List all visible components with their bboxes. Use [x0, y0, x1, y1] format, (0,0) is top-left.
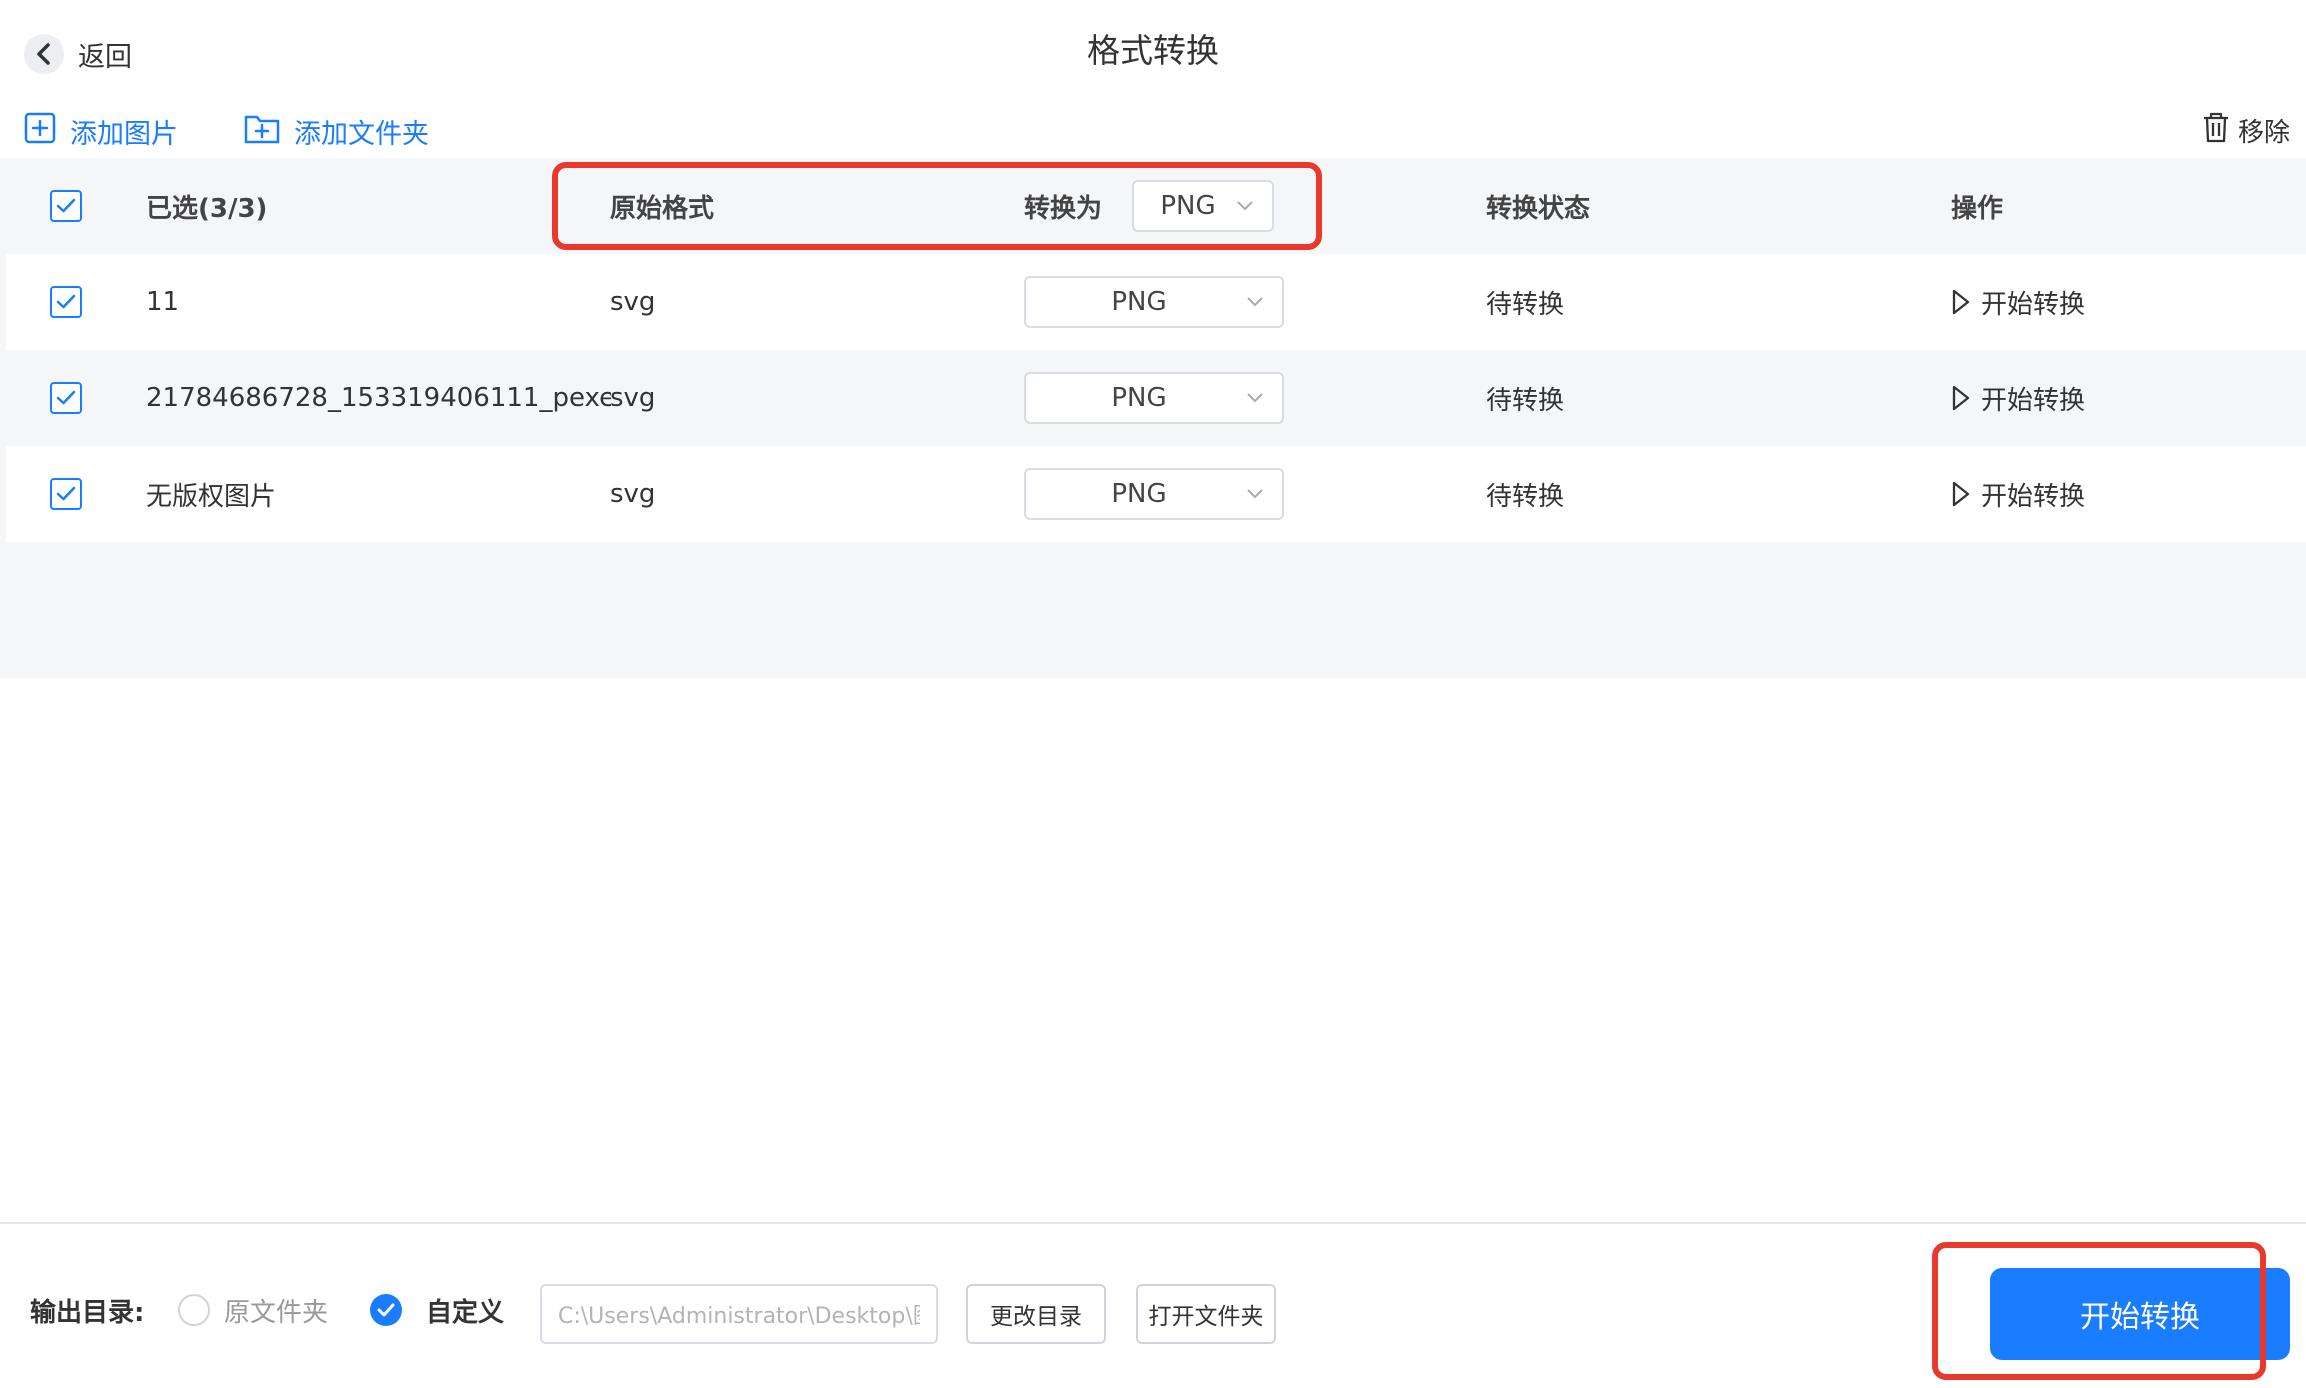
- original-format: svg: [610, 479, 656, 509]
- output-footer: 输出目录: 原文件夹 自定义 更改目录 打开文件夹 开始转换: [0, 1222, 2306, 1388]
- plus-square-icon: [24, 112, 56, 151]
- target-format-select[interactable]: PNG: [1024, 372, 1284, 424]
- action-header: 操作: [1951, 193, 2004, 224]
- status-text: 待转换: [1486, 385, 1565, 416]
- file-name: 11: [146, 287, 180, 317]
- start-convert-row-label: 开始转换: [1981, 385, 2086, 416]
- check-icon: [56, 486, 76, 501]
- open-folder-button[interactable]: 打开文件夹: [1136, 1284, 1276, 1344]
- file-name: 21784686728_153319406111_pexel...: [146, 383, 611, 413]
- chevron-down-icon: [1247, 297, 1263, 307]
- start-convert-row-label: 开始转换: [1981, 289, 2086, 320]
- check-icon: [377, 1303, 395, 1317]
- remove-button[interactable]: 移除: [2202, 108, 2290, 152]
- convert-to-label: 转换为: [1024, 193, 1103, 224]
- status-text: 待转换: [1486, 289, 1565, 320]
- play-outline-icon: [1952, 289, 1970, 315]
- trash-icon: [2202, 111, 2230, 150]
- original-format: svg: [610, 383, 656, 413]
- folder-plus-icon: [244, 112, 280, 151]
- output-dir-label: 输出目录:: [30, 1298, 145, 1328]
- output-path-input[interactable]: [540, 1284, 938, 1344]
- toolbar: 添加图片 添加文件夹: [24, 106, 2306, 156]
- check-icon: [56, 294, 76, 309]
- table-row: 11 svg PNG 待转换 开始转换: [6, 254, 2306, 350]
- format-converter-window: 返回 格式转换 添加图片 添加文件夹 移除 已选(3/3) 原始格式 转换为 P…: [0, 0, 2306, 1388]
- select-all-cell: [50, 158, 82, 254]
- target-format-value: PNG: [1111, 479, 1167, 509]
- original-format-header: 原始格式: [610, 193, 715, 224]
- status-text: 待转换: [1486, 481, 1565, 512]
- convert-all-select[interactable]: PNG: [1132, 180, 1275, 232]
- original-format: svg: [610, 287, 656, 317]
- add-image-label: 添加图片: [70, 118, 178, 150]
- table-header: 已选(3/3) 原始格式 转换为 PNG 转换状态 操作: [6, 158, 2306, 254]
- status-header: 转换状态: [1486, 193, 1591, 224]
- start-convert-row-button[interactable]: 开始转换: [1951, 350, 2085, 446]
- add-folder-label: 添加文件夹: [294, 118, 429, 150]
- target-format-select[interactable]: PNG: [1024, 276, 1284, 328]
- convert-to-header: 转换为 PNG: [1024, 158, 1275, 254]
- chevron-down-icon: [1237, 201, 1253, 211]
- select-all-checkbox[interactable]: [50, 190, 82, 222]
- play-outline-icon: [1952, 481, 1970, 507]
- custom-folder-radio[interactable]: [370, 1294, 402, 1326]
- chevron-down-icon: [1247, 489, 1263, 499]
- page-title: 格式转换: [1087, 31, 1219, 70]
- table-row: 21784686728_153319406111_pexel... svg PN…: [6, 350, 2306, 446]
- add-folder-button[interactable]: 添加文件夹: [244, 106, 429, 156]
- custom-folder-label[interactable]: 自定义: [426, 1292, 504, 1329]
- play-outline-icon: [1952, 385, 1970, 411]
- start-convert-row-button[interactable]: 开始转换: [1951, 446, 2085, 542]
- start-convert-row-label: 开始转换: [1981, 481, 2086, 512]
- check-icon: [56, 390, 76, 405]
- target-format-value: PNG: [1111, 287, 1167, 317]
- target-format-value: PNG: [1111, 383, 1167, 413]
- row-checkbox[interactable]: [50, 382, 82, 414]
- start-convert-row-button[interactable]: 开始转换: [1951, 254, 2085, 350]
- original-folder-label[interactable]: 原文件夹: [224, 1292, 328, 1329]
- file-name: 无版权图片: [146, 481, 277, 512]
- row-checkbox[interactable]: [50, 286, 82, 318]
- check-icon: [56, 198, 76, 213]
- chevron-down-icon: [1247, 393, 1263, 403]
- row-checkbox[interactable]: [50, 478, 82, 510]
- target-format-select[interactable]: PNG: [1024, 468, 1284, 520]
- selected-count: 已选(3/3): [146, 193, 268, 224]
- table-row: 无版权图片 svg PNG 待转换 开始转换: [6, 446, 2306, 542]
- change-dir-button[interactable]: 更改目录: [966, 1284, 1106, 1344]
- file-table: 已选(3/3) 原始格式 转换为 PNG 转换状态 操作 11 svg PNG …: [0, 158, 2306, 678]
- remove-label: 移除: [2237, 117, 2290, 148]
- start-convert-button[interactable]: 开始转换: [1990, 1268, 2290, 1360]
- add-image-button[interactable]: 添加图片: [24, 106, 178, 156]
- original-folder-radio[interactable]: [178, 1294, 210, 1326]
- convert-all-value: PNG: [1160, 191, 1216, 221]
